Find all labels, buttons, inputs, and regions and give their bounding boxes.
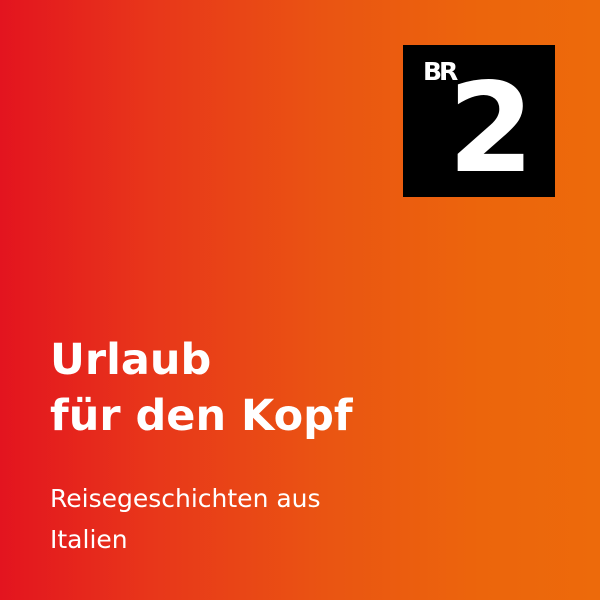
br2-logo: BR 2 — [403, 45, 555, 197]
podcast-title: Urlaub für den Kopf — [50, 332, 353, 444]
channel-number: 2 — [447, 57, 535, 201]
episode-subtitle: Reisegeschichten aus Italien — [50, 478, 321, 560]
title-line-2: für den Kopf — [50, 391, 353, 441]
subtitle-line-1: Reisegeschichten aus — [50, 484, 321, 513]
subtitle-line-2: Italien — [50, 525, 128, 554]
title-line-1: Urlaub — [50, 335, 212, 385]
podcast-cover: BR 2 Urlaub für den Kopf Reisegeschichte… — [0, 0, 600, 600]
